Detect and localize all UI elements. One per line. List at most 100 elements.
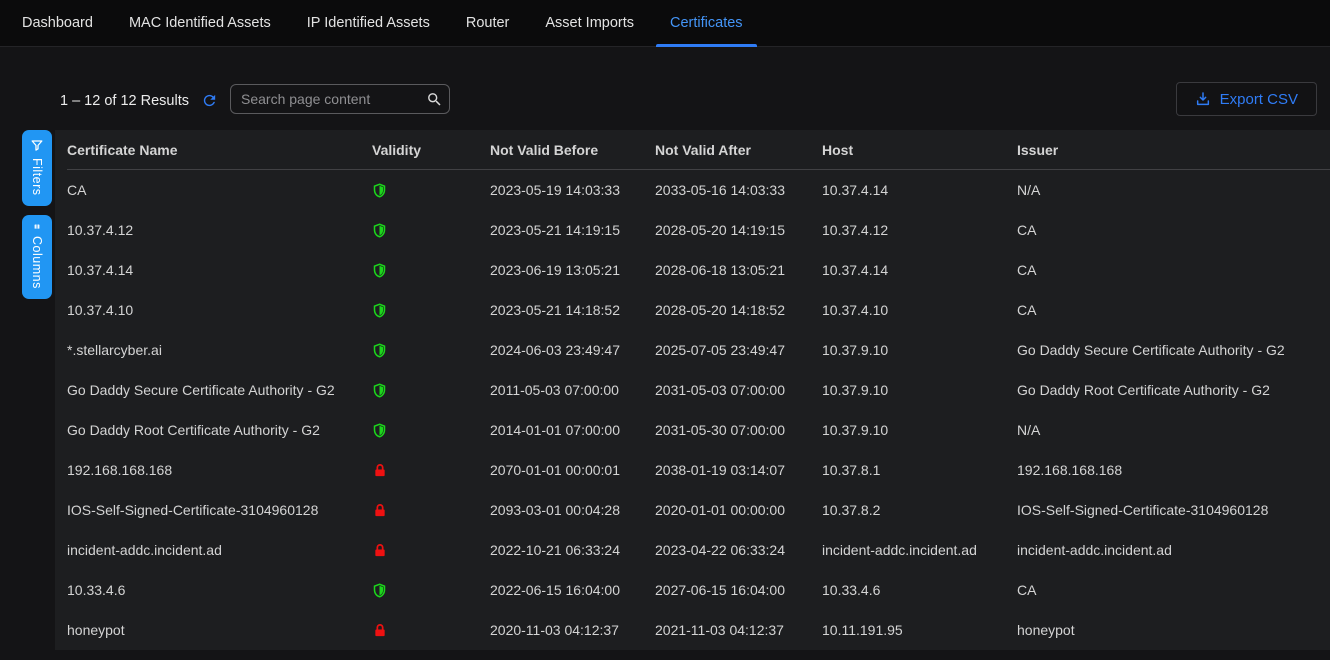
export-csv-label: Export CSV	[1220, 91, 1298, 108]
not-valid-before-cell: 2020-11-03 04:12:37	[490, 622, 655, 638]
search-icon	[426, 91, 443, 108]
table-row[interactable]: Go Daddy Root Certificate Authority - G2…	[67, 410, 1330, 450]
table-row[interactable]: 10.37.4.14 2023-06-19 13:05:21 2028-06-1…	[67, 250, 1330, 290]
col-header-not-valid-after[interactable]: Not Valid After	[655, 142, 822, 158]
host-cell: 10.37.4.14	[822, 262, 1017, 278]
not-valid-after-cell: 2028-05-20 14:19:15	[655, 222, 822, 238]
issuer-cell: N/A	[1017, 422, 1330, 438]
not-valid-before-cell: 2093-03-01 00:04:28	[490, 502, 655, 518]
table-row[interactable]: *.stellarcyber.ai 2024-06-03 23:49:47 20…	[67, 330, 1330, 370]
filters-button[interactable]: Filters	[22, 130, 52, 206]
not-valid-before-cell: 2024-06-03 23:49:47	[490, 342, 655, 358]
certificate-name-cell: 10.33.4.6	[67, 582, 372, 598]
certificate-name-cell: honeypot	[67, 622, 372, 638]
validity-cell	[372, 542, 490, 559]
col-header-certificate-name[interactable]: Certificate Name	[67, 142, 372, 158]
certificate-name-cell: incident-addc.incident.ad	[67, 542, 372, 558]
host-cell: 10.37.8.2	[822, 502, 1017, 518]
host-cell: 10.11.191.95	[822, 622, 1017, 638]
table-header-row: Certificate Name Validity Not Valid Befo…	[67, 130, 1330, 170]
not-valid-before-cell: 2011-05-03 07:00:00	[490, 382, 655, 398]
issuer-cell: Go Daddy Secure Certificate Authority - …	[1017, 342, 1330, 358]
not-valid-before-cell: 2022-10-21 06:33:24	[490, 542, 655, 558]
results-summary: 1 – 12 of 12 Results	[60, 93, 189, 109]
certificate-name-cell: 10.37.4.10	[67, 302, 372, 318]
col-header-host[interactable]: Host	[822, 142, 1017, 158]
not-valid-after-cell: 2025-07-05 23:49:47	[655, 342, 822, 358]
host-cell: 10.33.4.6	[822, 582, 1017, 598]
valid-shield-icon	[372, 261, 387, 280]
not-valid-before-cell: 2022-06-15 16:04:00	[490, 582, 655, 598]
table-row[interactable]: CA 2023-05-19 14:03:33 2033-05-16 14:03:…	[67, 170, 1330, 210]
validity-cell	[372, 581, 490, 600]
issuer-cell: IOS-Self-Signed-Certificate-3104960128	[1017, 502, 1330, 518]
col-header-issuer[interactable]: Issuer	[1017, 142, 1330, 158]
not-valid-after-cell: 2028-06-18 13:05:21	[655, 262, 822, 278]
issuer-cell: CA	[1017, 222, 1330, 238]
table-row[interactable]: 192.168.168.168 2070-01-01 00:00:01 2038…	[67, 450, 1330, 490]
valid-shield-icon	[372, 221, 387, 240]
table-row[interactable]: 10.37.4.10 2023-05-21 14:18:52 2028-05-2…	[67, 290, 1330, 330]
not-valid-before-cell: 2014-01-01 07:00:00	[490, 422, 655, 438]
table-row[interactable]: honeypot 2020-11-03 04:12:37 2021-11-03 …	[67, 610, 1330, 650]
issuer-cell: Go Daddy Root Certificate Authority - G2	[1017, 382, 1330, 398]
not-valid-after-cell: 2020-01-01 00:00:00	[655, 502, 822, 518]
tab-certificates[interactable]: Certificates	[670, 0, 743, 47]
issuer-cell: CA	[1017, 582, 1330, 598]
search-input[interactable]	[231, 91, 426, 107]
tab-mac-identified-assets[interactable]: MAC Identified Assets	[129, 0, 271, 47]
not-valid-before-cell: 2070-01-01 00:00:01	[490, 462, 655, 478]
not-valid-after-cell: 2033-05-16 14:03:33	[655, 182, 822, 198]
top-nav-tabs: Dashboard MAC Identified Assets IP Ident…	[0, 0, 1330, 47]
host-cell: 10.37.9.10	[822, 382, 1017, 398]
toolbar: 1 – 12 of 12 Results Export CSV	[0, 47, 1330, 130]
valid-shield-icon	[372, 581, 387, 600]
not-valid-after-cell: 2027-06-15 16:04:00	[655, 582, 822, 598]
filters-label: Filters	[30, 158, 44, 196]
table-row[interactable]: Go Daddy Secure Certificate Authority - …	[67, 370, 1330, 410]
tab-asset-imports[interactable]: Asset Imports	[545, 0, 634, 47]
not-valid-after-cell: 2028-05-20 14:18:52	[655, 302, 822, 318]
host-cell: incident-addc.incident.ad	[822, 542, 1017, 558]
tab-ip-identified-assets[interactable]: IP Identified Assets	[307, 0, 430, 47]
host-cell: 10.37.4.14	[822, 182, 1017, 198]
refresh-icon	[201, 92, 218, 109]
tab-router[interactable]: Router	[466, 0, 510, 47]
valid-shield-icon	[372, 301, 387, 320]
validity-cell	[372, 221, 490, 240]
certificate-name-cell: Go Daddy Root Certificate Authority - G2	[67, 422, 372, 438]
table-row[interactable]: 10.33.4.6 2022-06-15 16:04:00 2027-06-15…	[67, 570, 1330, 610]
valid-shield-icon	[372, 421, 387, 440]
not-valid-before-cell: 2023-05-21 14:18:52	[490, 302, 655, 318]
certificate-name-cell: 10.37.4.14	[67, 262, 372, 278]
tab-dashboard[interactable]: Dashboard	[22, 0, 93, 47]
validity-cell	[372, 261, 490, 280]
issuer-cell: incident-addc.incident.ad	[1017, 542, 1330, 558]
validity-cell	[372, 502, 490, 519]
table-row[interactable]: incident-addc.incident.ad 2022-10-21 06:…	[67, 530, 1330, 570]
validity-cell	[372, 421, 490, 440]
col-header-validity[interactable]: Validity	[372, 142, 490, 158]
validity-cell	[372, 341, 490, 360]
filter-funnel-icon	[29, 138, 45, 152]
table-body: CA 2023-05-19 14:03:33 2033-05-16 14:03:…	[67, 170, 1330, 650]
table-row[interactable]: 10.37.4.12 2023-05-21 14:19:15 2028-05-2…	[67, 210, 1330, 250]
search-box	[230, 84, 450, 114]
certificate-name-cell: *.stellarcyber.ai	[67, 342, 372, 358]
certificate-name-cell: 10.37.4.12	[67, 222, 372, 238]
table-row[interactable]: IOS-Self-Signed-Certificate-3104960128 2…	[67, 490, 1330, 530]
issuer-cell: N/A	[1017, 182, 1330, 198]
validity-cell	[372, 622, 490, 639]
search-button[interactable]	[426, 91, 451, 108]
export-csv-button[interactable]: Export CSV	[1176, 82, 1317, 116]
columns-icon	[29, 223, 45, 230]
issuer-cell: CA	[1017, 262, 1330, 278]
not-valid-before-cell: 2023-06-19 13:05:21	[490, 262, 655, 278]
host-cell: 10.37.9.10	[822, 422, 1017, 438]
invalid-lock-icon	[372, 542, 388, 559]
issuer-cell: honeypot	[1017, 622, 1330, 638]
validity-cell	[372, 181, 490, 200]
columns-button[interactable]: Columns	[22, 215, 52, 299]
col-header-not-valid-before[interactable]: Not Valid Before	[490, 142, 655, 158]
refresh-button[interactable]	[201, 92, 218, 109]
